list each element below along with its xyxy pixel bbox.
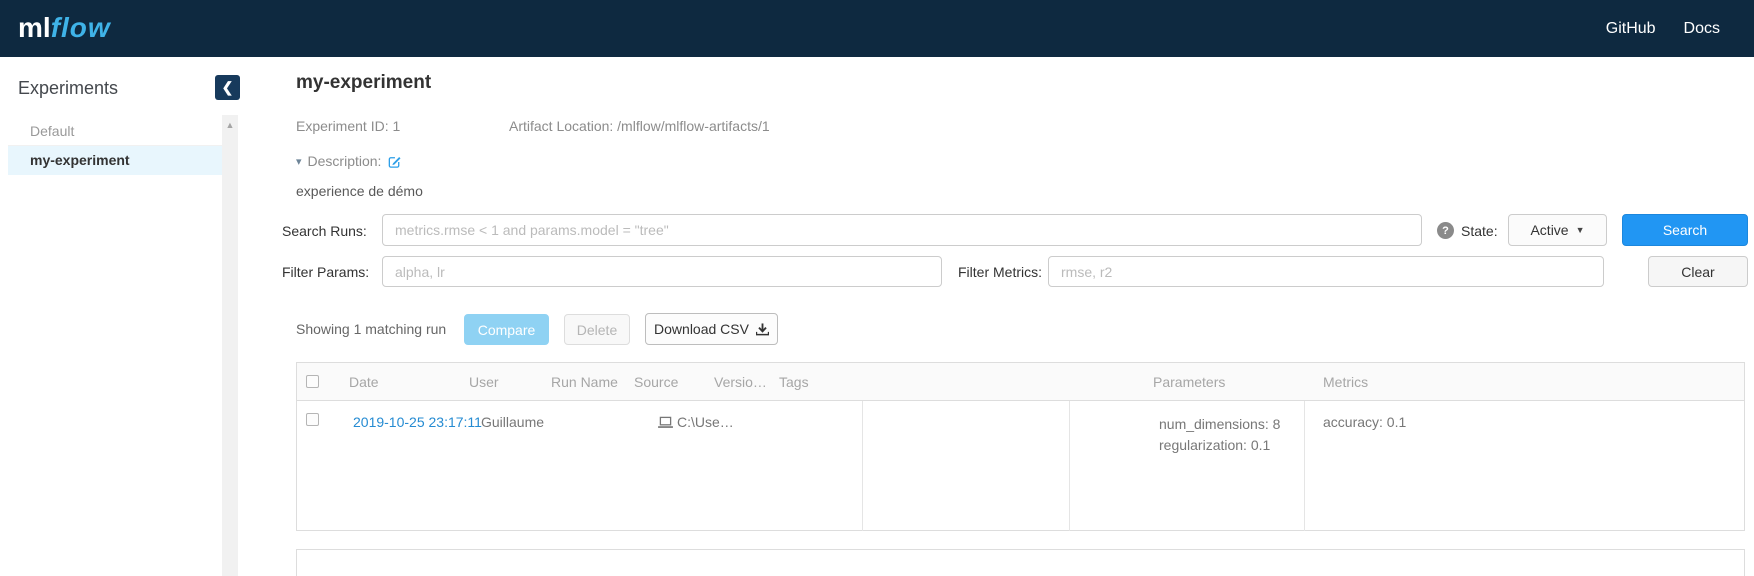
search-runs-label: Search Runs: bbox=[282, 223, 367, 239]
column-header-user[interactable]: User bbox=[469, 374, 499, 390]
collapse-sidebar-button[interactable]: ❮ bbox=[215, 75, 240, 100]
sidebar-item-default[interactable]: Default bbox=[8, 117, 222, 146]
state-value: Active bbox=[1530, 222, 1568, 238]
column-divider bbox=[1304, 401, 1305, 531]
column-header-parameters: Parameters bbox=[1153, 374, 1225, 390]
description-text: experience de démo bbox=[296, 183, 423, 199]
experiment-panel: my-experiment Experiment ID: 1 Artifact … bbox=[296, 57, 1748, 576]
artifact-location-value: /mlflow/mlflow-artifacts/1 bbox=[617, 118, 769, 134]
sidebar-item-my-experiment[interactable]: my-experiment bbox=[8, 146, 222, 175]
delete-button[interactable]: Delete bbox=[564, 314, 630, 345]
artifact-location-label: Artifact Location: bbox=[509, 118, 613, 134]
column-divider bbox=[862, 401, 863, 531]
run-metrics: accuracy: 0.1 bbox=[1323, 414, 1406, 430]
download-icon bbox=[756, 323, 769, 336]
compare-button[interactable]: Compare bbox=[464, 314, 549, 345]
download-csv-label: Download CSV bbox=[654, 321, 749, 337]
filter-metrics-label: Filter Metrics: bbox=[958, 264, 1042, 280]
table-footer-panel bbox=[296, 549, 1745, 576]
clear-button[interactable]: Clear bbox=[1648, 256, 1748, 287]
sidebar-scrollbar[interactable]: ▲ bbox=[222, 115, 238, 576]
column-header-source[interactable]: Source bbox=[634, 374, 678, 390]
run-date-link[interactable]: 2019-10-25 23:17:11 bbox=[353, 414, 482, 430]
column-header-tags[interactable]: Tags bbox=[779, 374, 809, 390]
logo-ml-text: ml bbox=[18, 12, 51, 43]
experiments-list: Default my-experiment bbox=[8, 117, 222, 175]
mlflow-app: mlflow GitHub Docs Experiments ❮ Default… bbox=[0, 0, 1754, 576]
run-source: C:\Use… bbox=[658, 414, 734, 430]
logo-flow-text: flow bbox=[51, 12, 111, 43]
laptop-icon bbox=[658, 416, 673, 429]
experiments-title: Experiments bbox=[18, 78, 118, 99]
docs-link[interactable]: Docs bbox=[1684, 20, 1720, 38]
runs-summary: Showing 1 matching run bbox=[296, 321, 446, 337]
column-header-metrics: Metrics bbox=[1323, 374, 1368, 390]
mlflow-logo[interactable]: mlflow bbox=[18, 10, 111, 46]
state-label: State: bbox=[1461, 223, 1498, 239]
filter-params-label: Filter Params: bbox=[282, 264, 369, 280]
run-user: Guillaume bbox=[481, 414, 544, 430]
top-navbar: mlflow GitHub Docs bbox=[0, 0, 1754, 57]
column-divider bbox=[1069, 401, 1070, 531]
run-checkbox[interactable] bbox=[306, 413, 319, 426]
help-icon[interactable]: ? bbox=[1437, 222, 1454, 239]
state-dropdown[interactable]: Active ▼ bbox=[1508, 214, 1607, 246]
download-csv-button[interactable]: Download CSV bbox=[645, 313, 778, 345]
artifact-location: Artifact Location: /mlflow/mlflow-artifa… bbox=[509, 118, 770, 134]
chevron-left-icon: ❮ bbox=[222, 79, 234, 96]
run-row: 2019-10-25 23:17:11 Guillaume C:\Use… nu… bbox=[297, 401, 1744, 531]
github-link[interactable]: GitHub bbox=[1606, 20, 1656, 38]
filter-metrics-input[interactable] bbox=[1048, 256, 1604, 287]
run-parameters: num_dimensions: 8 regularization: 0.1 bbox=[1159, 414, 1280, 456]
select-all-checkbox[interactable] bbox=[306, 375, 319, 388]
scroll-up-icon[interactable]: ▲ bbox=[222, 115, 238, 130]
experiment-id: Experiment ID: 1 bbox=[296, 118, 400, 134]
filter-params-input[interactable] bbox=[382, 256, 942, 287]
column-header-version[interactable]: Versio… bbox=[714, 374, 767, 390]
runs-table: Date User Run Name Source Versio… Tags P… bbox=[296, 362, 1745, 531]
navbar-links: GitHub Docs bbox=[1606, 0, 1720, 57]
caret-down-icon: ▼ bbox=[1576, 225, 1585, 235]
column-header-run-name[interactable]: Run Name bbox=[551, 374, 618, 390]
page-title: my-experiment bbox=[296, 72, 431, 94]
description-label: Description: bbox=[308, 153, 382, 169]
experiment-id-label: Experiment ID: bbox=[296, 118, 389, 134]
run-source-path: C:\Use… bbox=[677, 414, 734, 430]
description-toggle[interactable]: ▾ Description: bbox=[296, 153, 402, 169]
experiment-id-value: 1 bbox=[392, 118, 400, 134]
column-header-date[interactable]: Date bbox=[349, 374, 379, 390]
search-button[interactable]: Search bbox=[1622, 214, 1748, 246]
search-runs-input[interactable] bbox=[382, 214, 1422, 246]
runs-table-header: Date User Run Name Source Versio… Tags P… bbox=[297, 363, 1744, 401]
run-parameter: regularization: 0.1 bbox=[1159, 437, 1270, 453]
edit-description-icon[interactable] bbox=[387, 154, 402, 169]
run-parameter: num_dimensions: 8 bbox=[1159, 416, 1280, 432]
caret-down-icon: ▾ bbox=[296, 155, 302, 168]
